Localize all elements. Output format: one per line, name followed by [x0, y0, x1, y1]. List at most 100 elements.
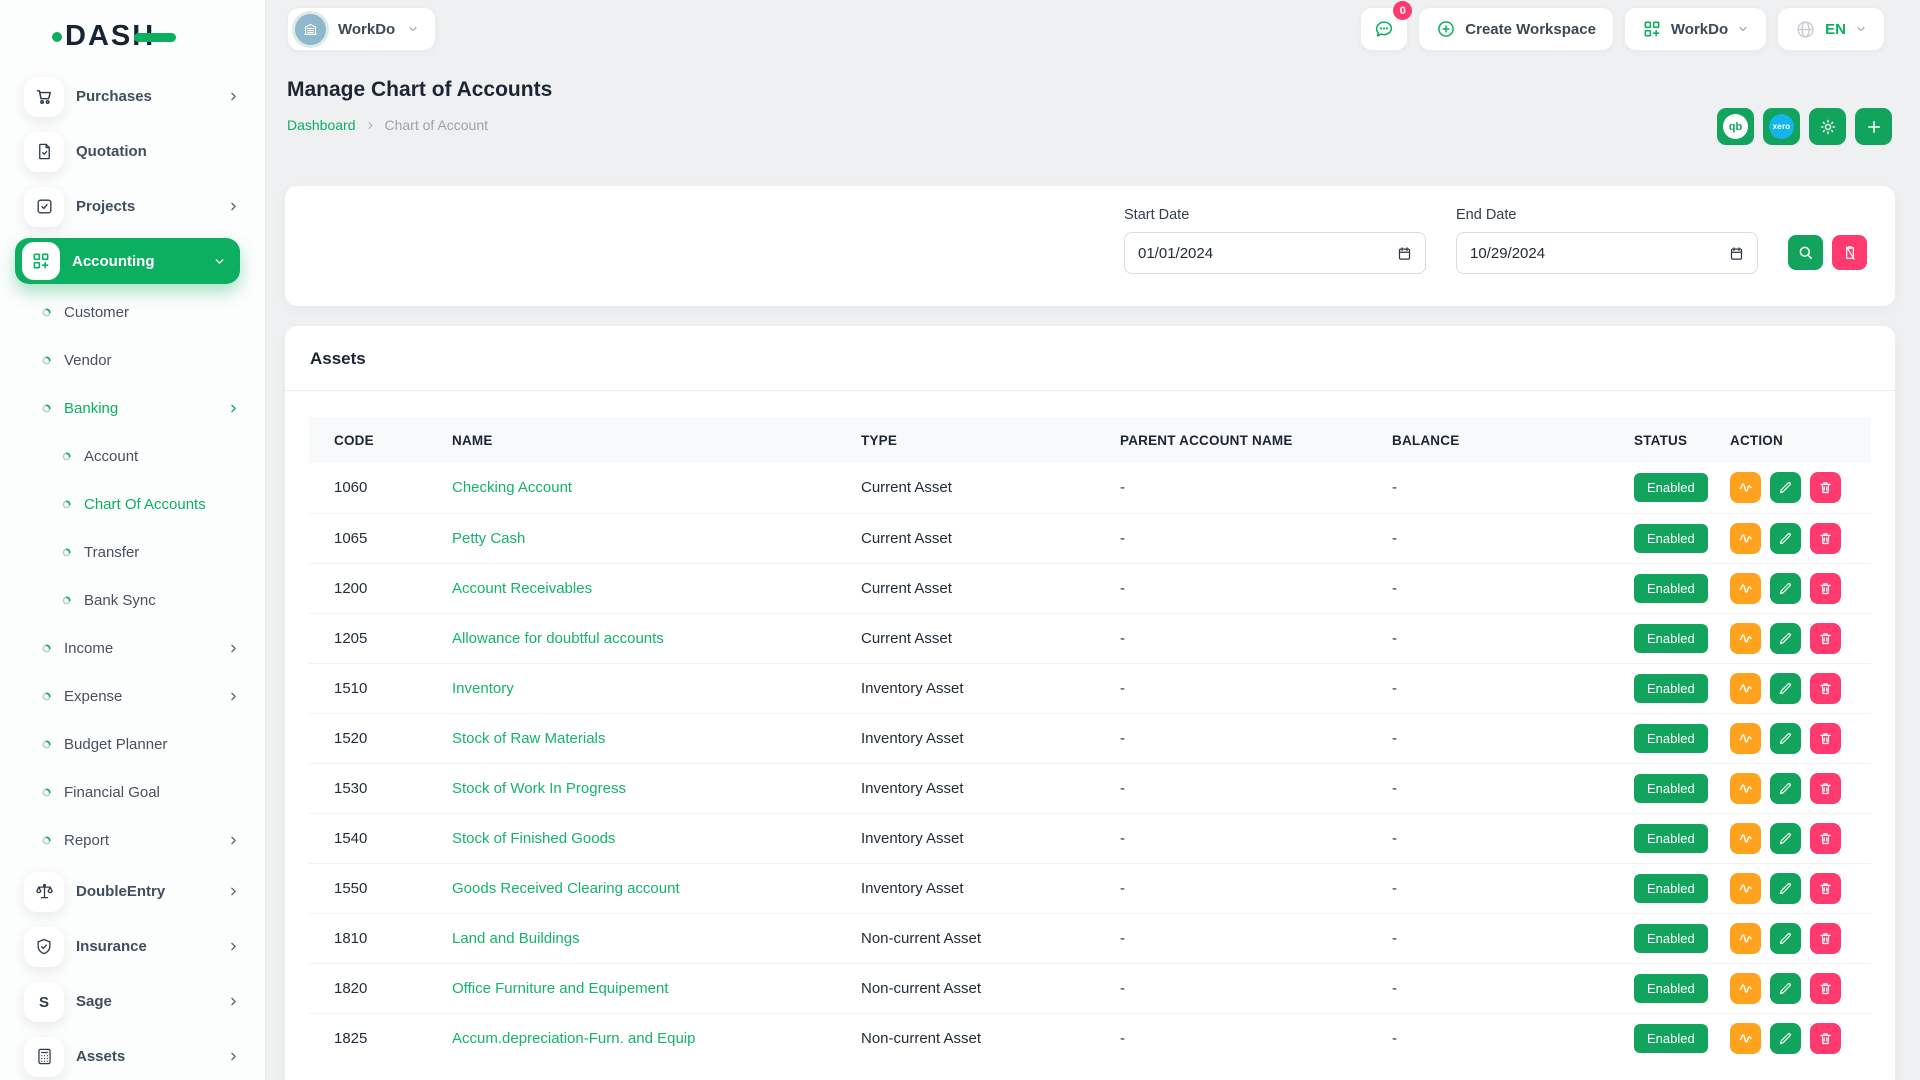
sidebar-item-assets[interactable]: Assets: [0, 1029, 265, 1080]
dot-icon: [62, 596, 71, 605]
app-logo[interactable]: DASH: [0, 0, 265, 57]
activity-button[interactable]: [1730, 523, 1761, 554]
activity-button[interactable]: [1730, 973, 1761, 1004]
delete-button[interactable]: [1810, 773, 1841, 804]
account-balance: -: [1392, 1013, 1634, 1063]
account-name-link[interactable]: Stock of Work In Progress: [452, 780, 626, 797]
pencil-icon: [1778, 981, 1793, 996]
account-name-link[interactable]: Goods Received Clearing account: [452, 880, 680, 897]
workspace-switcher[interactable]: WorkDo: [287, 7, 436, 51]
account-name-link[interactable]: Account Receivables: [452, 580, 592, 597]
end-date-input[interactable]: 10/29/2024: [1456, 232, 1758, 274]
edit-button[interactable]: [1770, 1023, 1801, 1054]
workspace-menu-button[interactable]: WorkDo: [1624, 7, 1767, 51]
edit-button[interactable]: [1770, 773, 1801, 804]
account-type: Non-current Asset: [861, 963, 1120, 1013]
create-workspace-button[interactable]: Create Workspace: [1418, 7, 1614, 51]
status-badge: Enabled: [1634, 924, 1708, 953]
sidebar-item-financial-goal[interactable]: Financial Goal: [0, 768, 265, 816]
sidebar-item-insurance[interactable]: Insurance: [0, 919, 265, 974]
sidebar-item-doubleentry[interactable]: DoubleEntry: [0, 864, 265, 919]
sidebar-item-account[interactable]: Account: [0, 432, 265, 480]
add-account-button[interactable]: [1855, 108, 1892, 145]
trash-icon: [1818, 480, 1833, 495]
activity-button[interactable]: [1730, 873, 1761, 904]
sidebar-item-purchases[interactable]: Purchases: [0, 69, 265, 124]
delete-button[interactable]: [1810, 1023, 1841, 1054]
row-actions: [1730, 723, 1871, 754]
sidebar-item-expense[interactable]: Expense: [0, 672, 265, 720]
delete-button[interactable]: [1810, 973, 1841, 1004]
activity-icon: [1737, 780, 1754, 797]
sidebar-item-vendor[interactable]: Vendor: [0, 336, 265, 384]
sidebar-item-accounting-wrap: Accounting: [0, 234, 265, 288]
edit-button[interactable]: [1770, 873, 1801, 904]
breadcrumb-dashboard-link[interactable]: Dashboard: [287, 117, 356, 133]
activity-button[interactable]: [1730, 472, 1761, 503]
delete-button[interactable]: [1810, 623, 1841, 654]
account-name-link[interactable]: Accum.depreciation-Furn. and Equip: [452, 1030, 695, 1047]
delete-button[interactable]: [1810, 472, 1841, 503]
account-balance: -: [1392, 513, 1634, 563]
account-name-link[interactable]: Allowance for doubtful accounts: [452, 630, 664, 647]
account-name-link[interactable]: Stock of Finished Goods: [452, 830, 615, 847]
account-name-link[interactable]: Land and Buildings: [452, 930, 580, 947]
activity-button[interactable]: [1730, 673, 1761, 704]
edit-button[interactable]: [1770, 623, 1801, 654]
delete-button[interactable]: [1810, 523, 1841, 554]
settings-button[interactable]: [1809, 108, 1846, 145]
delete-button[interactable]: [1810, 573, 1841, 604]
sidebar-item-customer[interactable]: Customer: [0, 288, 265, 336]
xero-button[interactable]: xero: [1763, 108, 1800, 145]
activity-button[interactable]: [1730, 823, 1761, 854]
delete-button[interactable]: [1810, 673, 1841, 704]
edit-button[interactable]: [1770, 523, 1801, 554]
edit-button[interactable]: [1770, 723, 1801, 754]
sidebar-item-budget-planner[interactable]: Budget Planner: [0, 720, 265, 768]
delete-button[interactable]: [1810, 723, 1841, 754]
sidebar-item-transfer[interactable]: Transfer: [0, 528, 265, 576]
reset-filter-button[interactable]: [1832, 235, 1867, 270]
sidebar-item-accounting[interactable]: Accounting: [15, 238, 240, 284]
activity-icon: [1737, 530, 1754, 547]
sidebar-item-bank-sync[interactable]: Bank Sync: [0, 576, 265, 624]
account-name-link[interactable]: Stock of Raw Materials: [452, 730, 605, 747]
sidebar-item-report[interactable]: Report: [0, 816, 265, 864]
activity-button[interactable]: [1730, 923, 1761, 954]
chat-bubble-icon: [1373, 18, 1395, 40]
edit-button[interactable]: [1770, 472, 1801, 503]
account-name-link[interactable]: Inventory: [452, 680, 514, 697]
sidebar-item-chart-of-accounts[interactable]: Chart Of Accounts: [0, 480, 265, 528]
activity-button[interactable]: [1730, 773, 1761, 804]
status-badge: Enabled: [1634, 774, 1708, 803]
activity-button[interactable]: [1730, 723, 1761, 754]
delete-button[interactable]: [1810, 823, 1841, 854]
delete-button[interactable]: [1810, 923, 1841, 954]
pencil-icon: [1778, 931, 1793, 946]
activity-button[interactable]: [1730, 573, 1761, 604]
column-status: STATUS: [1634, 417, 1730, 463]
sidebar-item-projects[interactable]: Projects: [0, 179, 265, 234]
page-header: Manage Chart of Accounts Dashboard Chart…: [287, 78, 552, 133]
account-name-link[interactable]: Petty Cash: [452, 530, 525, 547]
messages-button[interactable]: 0: [1360, 7, 1408, 51]
edit-button[interactable]: [1770, 923, 1801, 954]
account-name-link[interactable]: Checking Account: [452, 479, 572, 496]
sidebar-item-sage[interactable]: SSage: [0, 974, 265, 1029]
edit-button[interactable]: [1770, 823, 1801, 854]
activity-button[interactable]: [1730, 623, 1761, 654]
sidebar-item-quotation[interactable]: Quotation: [0, 124, 265, 179]
account-name-link[interactable]: Office Furniture and Equipement: [452, 980, 669, 997]
edit-button[interactable]: [1770, 673, 1801, 704]
apply-filter-button[interactable]: [1788, 235, 1823, 270]
activity-button[interactable]: [1730, 1023, 1761, 1054]
quickbooks-button[interactable]: qb: [1717, 108, 1754, 145]
language-selector[interactable]: EN: [1777, 7, 1885, 51]
edit-button[interactable]: [1770, 573, 1801, 604]
account-type: Non-current Asset: [861, 1013, 1120, 1063]
delete-button[interactable]: [1810, 873, 1841, 904]
start-date-input[interactable]: 01/01/2024: [1124, 232, 1426, 274]
sidebar-item-income[interactable]: Income: [0, 624, 265, 672]
sidebar-item-banking[interactable]: Banking: [0, 384, 265, 432]
edit-button[interactable]: [1770, 973, 1801, 1004]
